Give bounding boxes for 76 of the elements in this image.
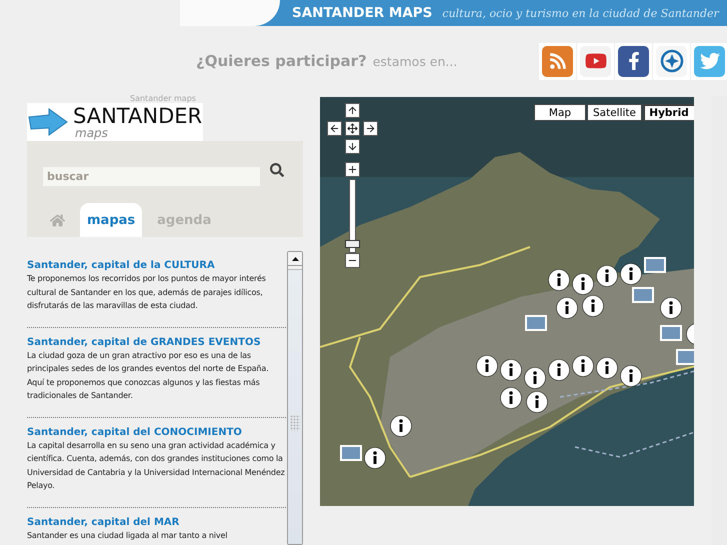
move-icon	[347, 123, 358, 134]
home-icon	[50, 212, 65, 228]
map-type-button[interactable]: Hybrid	[643, 104, 694, 121]
pan-right-button[interactable]	[363, 121, 378, 136]
arrow-up-icon	[347, 105, 358, 116]
arrow-left-icon	[329, 123, 340, 134]
info-marker-icon[interactable]	[572, 355, 594, 377]
pan-down-button[interactable]	[345, 139, 360, 154]
arrow-icon	[27, 107, 69, 137]
info-marker-icon[interactable]	[596, 265, 618, 287]
social-link[interactable]	[653, 42, 690, 80]
article-title[interactable]: Santander, capital del MAR	[27, 516, 286, 528]
info-marker-icon[interactable]	[660, 297, 682, 319]
video-icon	[580, 46, 612, 76]
facebook-icon	[618, 46, 650, 76]
article-title[interactable]: Santander, capital del CONOCIMIENTO	[27, 426, 286, 438]
photo-thumbnail[interactable]	[660, 325, 682, 341]
participate-text: estamos en...	[372, 54, 458, 68]
article-text: Te proponemos los recorridos por los puntos de mayor interés cultural de Santander en los que, además de parajes idílicos, disfrutarás de las maravillas de esta ciudad.	[27, 273, 267, 312]
rss-icon	[542, 46, 574, 76]
social-link[interactable]	[539, 42, 576, 80]
pan-left-button[interactable]	[327, 121, 342, 136]
article-text: La capital desarrolla en su seno una gran actividad académica y científica. Cuenta, además, con dos grandes instituciones como la Universidad de Cantabria y la Universidad Internacional Menéndez Pelayo.	[27, 440, 286, 492]
logo[interactable]: SANTANDER maps	[27, 103, 203, 141]
info-marker-icon[interactable]	[548, 359, 570, 381]
logo-subtitle: maps	[75, 126, 109, 138]
social-link[interactable]	[615, 42, 652, 80]
info-marker-icon[interactable]	[500, 387, 522, 409]
scroll-thumb[interactable]	[288, 269, 302, 544]
map[interactable]: Map Satellite Hybrid	[320, 97, 694, 506]
info-marker-icon[interactable]	[596, 357, 618, 379]
photo-thumbnail[interactable]	[644, 257, 666, 273]
article-text: La ciudad goza de un gran atractivo por eso es una de las principales sedes de los grandes eventos del norte de España. Aquí te proponemos que conozcas algunos y las fiestas más tradicionales de Santander.	[27, 350, 270, 402]
logo-alt-text: Santander maps	[130, 94, 196, 103]
article-title[interactable]: Santander, capital de GRANDES EVENTOS	[27, 336, 286, 348]
map-type-button[interactable]: Map	[534, 104, 586, 121]
zoom-thumb[interactable]	[345, 240, 360, 248]
info-marker-icon[interactable]	[526, 391, 548, 413]
scrollbar[interactable]	[287, 251, 303, 545]
info-marker-icon[interactable]	[548, 269, 570, 291]
photo-thumbnail[interactable]	[525, 315, 547, 331]
plus-icon	[347, 164, 358, 175]
tagline: cultura, ocio y turismo en la ciudad de Santander	[442, 6, 719, 20]
logo-name: SANTANDER	[73, 106, 202, 126]
caret-up-icon	[292, 256, 299, 260]
tab[interactable]: mapas	[80, 203, 142, 237]
photo-thumbnail[interactable]	[340, 445, 362, 461]
arrow-down-icon	[347, 141, 358, 152]
info-marker-icon[interactable]	[364, 447, 386, 469]
pan-up-button[interactable]	[345, 103, 360, 118]
info-marker-icon[interactable]	[500, 359, 522, 381]
info-marker-icon[interactable]	[476, 355, 498, 377]
search-icon[interactable]	[270, 162, 284, 176]
arrow-right-icon	[365, 123, 376, 134]
article-text: Santander es una ciudad ligada al mar tanto a nivel	[27, 530, 228, 542]
social-link[interactable]	[577, 42, 614, 80]
map-type-button[interactable]: Satellite	[587, 104, 642, 121]
participate-heading: ¿Quieres participar?	[196, 52, 367, 70]
info-marker-icon[interactable]	[582, 295, 604, 317]
scroll-up-button[interactable]	[288, 252, 302, 266]
info-marker-icon[interactable]	[572, 273, 594, 295]
zoom-out-button[interactable]	[345, 253, 360, 268]
pan-center-button[interactable]	[345, 121, 360, 136]
site-title: SANTANDER MAPS	[292, 5, 432, 21]
photo-thumbnail[interactable]	[632, 287, 654, 303]
search-field[interactable]: buscar	[43, 167, 260, 186]
twitter-icon	[694, 46, 726, 76]
info-marker-icon[interactable]	[556, 297, 578, 319]
info-marker-icon[interactable]	[620, 365, 642, 387]
photo-thumbnail[interactable]	[676, 349, 694, 365]
compass-icon	[656, 46, 688, 76]
info-marker-icon[interactable]	[620, 263, 642, 285]
info-marker-icon[interactable]	[390, 415, 412, 437]
article-title[interactable]: Santander, capital de la CULTURA	[27, 259, 286, 272]
zoom-in-button[interactable]	[345, 162, 360, 177]
info-marker-icon[interactable]	[524, 367, 546, 389]
